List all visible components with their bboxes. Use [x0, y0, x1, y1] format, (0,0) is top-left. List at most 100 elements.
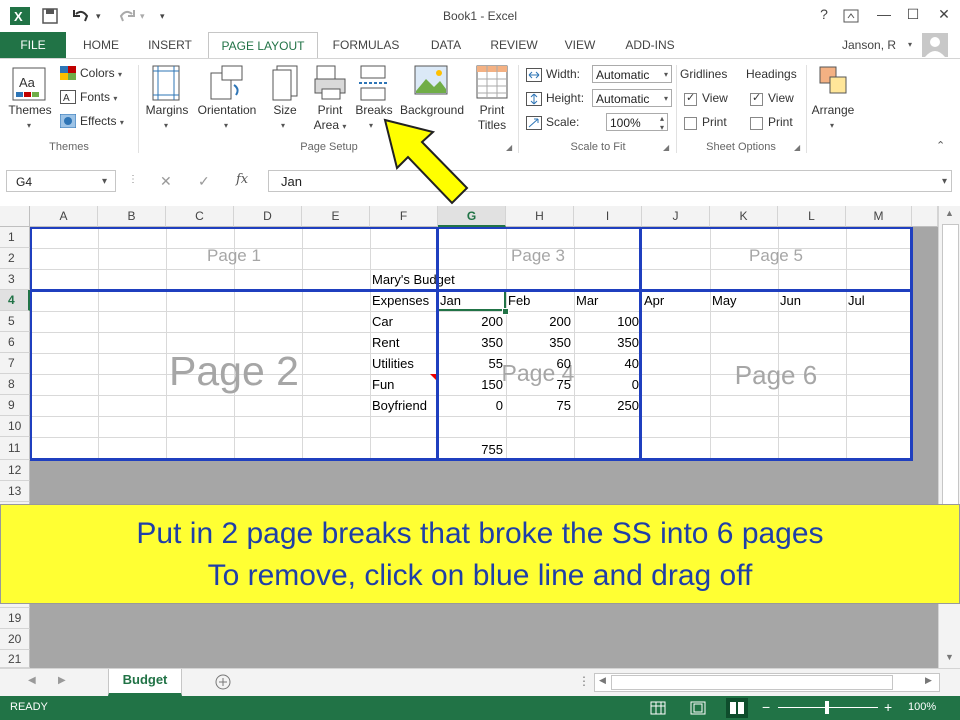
normal-view-icon[interactable]: [650, 701, 666, 715]
page-break-horizontal[interactable]: [30, 289, 912, 292]
scroll-right-icon[interactable]: ▶: [925, 675, 932, 686]
cell-g7[interactable]: 55: [438, 353, 503, 374]
margins-dropdown-icon[interactable]: ▾: [164, 121, 168, 130]
themes-icon[interactable]: Aa: [12, 67, 46, 101]
cell-i9[interactable]: 250: [574, 395, 639, 416]
fonts-button[interactable]: Fonts ▾: [80, 90, 117, 106]
row-header-4[interactable]: 4: [0, 290, 30, 311]
arrange-button[interactable]: Arrange: [806, 103, 860, 118]
page-border-bottom[interactable]: [30, 458, 913, 461]
sheet-options-launcher-icon[interactable]: ◢: [794, 143, 800, 152]
tab-review[interactable]: REVIEW: [482, 32, 546, 58]
minimize-icon[interactable]: —: [874, 6, 894, 22]
row-header-13[interactable]: 13: [0, 481, 30, 502]
cell-f3[interactable]: Mary's Budget: [372, 269, 455, 290]
help-icon[interactable]: ?: [814, 6, 834, 22]
cell-g6[interactable]: 350: [438, 332, 503, 353]
next-sheet-icon[interactable]: ▶: [58, 675, 66, 686]
arrange-dropdown-icon[interactable]: ▾: [830, 121, 834, 130]
cell-h9[interactable]: 75: [506, 395, 571, 416]
cell-h4[interactable]: Feb: [508, 290, 530, 311]
margins-icon[interactable]: [152, 65, 180, 101]
column-header-l[interactable]: L: [778, 206, 846, 227]
colors-button[interactable]: Colors ▾: [80, 66, 122, 82]
vertical-scroll-thumb[interactable]: [942, 224, 959, 526]
background-icon[interactable]: [414, 65, 448, 97]
row-header-11[interactable]: 11: [0, 437, 30, 460]
cell-h6[interactable]: 350: [506, 332, 571, 353]
effects-button[interactable]: Effects ▾: [80, 114, 124, 130]
cell-h7[interactable]: 60: [506, 353, 571, 374]
name-box[interactable]: G4 ▾: [6, 170, 116, 192]
column-header-k[interactable]: K: [710, 206, 778, 227]
user-dropdown-icon[interactable]: ▾: [908, 40, 912, 49]
row-header-5[interactable]: 5: [0, 311, 30, 332]
cell-f6[interactable]: Rent: [372, 332, 399, 353]
print-area-icon[interactable]: [314, 65, 346, 101]
row-header-20[interactable]: 20: [0, 629, 30, 650]
page-layout-view-icon[interactable]: [690, 701, 706, 715]
user-name[interactable]: Janson, R: [842, 32, 904, 58]
width-select[interactable]: Automatic ▾: [592, 65, 672, 83]
cell-f9[interactable]: Boyfriend: [372, 395, 427, 416]
size-icon[interactable]: [272, 65, 298, 101]
insert-function-icon[interactable]: fx: [236, 172, 248, 187]
zoom-out-icon[interactable]: −: [762, 699, 770, 715]
close-icon[interactable]: ✕: [934, 6, 954, 23]
cell-g8[interactable]: 150: [438, 374, 503, 395]
formula-input[interactable]: Jan ▾: [268, 170, 952, 192]
fill-handle[interactable]: [502, 308, 509, 315]
row-header-12[interactable]: 12: [0, 460, 30, 481]
scroll-down-icon[interactable]: ▼: [945, 652, 954, 662]
column-header-m[interactable]: M: [846, 206, 912, 227]
orientation-icon[interactable]: [210, 65, 244, 101]
margins-button[interactable]: Margins: [142, 103, 192, 118]
cell-f4[interactable]: Expenses: [372, 290, 429, 311]
avatar[interactable]: [922, 33, 948, 57]
horizontal-scrollbar[interactable]: ◀ ▶: [594, 673, 940, 692]
page-border-top[interactable]: [30, 227, 912, 229]
print-titles-icon[interactable]: [476, 65, 508, 101]
tab-add-ins[interactable]: ADD-INS: [614, 32, 686, 58]
cell-i6[interactable]: 350: [574, 332, 639, 353]
cell-g11[interactable]: 755: [438, 439, 503, 460]
tab-file[interactable]: FILE: [0, 32, 66, 58]
column-header-a[interactable]: A: [30, 206, 98, 227]
page-break-vertical-j[interactable]: [639, 227, 642, 460]
themes-dropdown-icon[interactable]: ▾: [27, 121, 31, 130]
cancel-icon[interactable]: ✕: [160, 173, 172, 190]
row-header-21[interactable]: 21: [0, 650, 30, 668]
zoom-level[interactable]: 100%: [908, 701, 936, 713]
size-dropdown-icon[interactable]: ▾: [281, 121, 285, 130]
page-border-left[interactable]: [30, 227, 32, 460]
tab-view[interactable]: VIEW: [554, 32, 606, 58]
page-setup-launcher-icon[interactable]: ◢: [506, 143, 512, 152]
headings-view-checkbox[interactable]: ✓: [750, 92, 763, 106]
collapse-ribbon-icon[interactable]: ⌃: [936, 139, 945, 152]
column-header-c[interactable]: C: [166, 206, 234, 227]
ribbon-display-icon[interactable]: [843, 9, 859, 23]
horizontal-scroll-thumb[interactable]: [611, 675, 893, 690]
breaks-icon[interactable]: [358, 65, 388, 101]
enter-icon[interactable]: ✓: [198, 173, 210, 190]
cell-l4[interactable]: Jun: [780, 290, 801, 311]
page-break-preview-button[interactable]: [726, 698, 748, 718]
tab-formulas[interactable]: FORMULAS: [322, 32, 410, 58]
cell-m4[interactable]: Jul: [848, 290, 865, 311]
cell-i5[interactable]: 100: [574, 311, 639, 332]
zoom-in-icon[interactable]: +: [884, 699, 892, 715]
cell-i7[interactable]: 40: [574, 353, 639, 374]
row-header-10[interactable]: 10: [0, 416, 30, 437]
cell-f8[interactable]: Fun: [372, 374, 394, 395]
scroll-left-icon[interactable]: ◀: [599, 675, 606, 686]
column-header-b[interactable]: B: [98, 206, 166, 227]
scale-launcher-icon[interactable]: ◢: [663, 143, 669, 152]
breaks-dropdown-icon[interactable]: ▾: [369, 121, 373, 130]
tab-home[interactable]: HOME: [70, 32, 132, 58]
cell-g5[interactable]: 200: [438, 311, 503, 332]
cell-h5[interactable]: 200: [506, 311, 571, 332]
tab-data[interactable]: DATA: [418, 32, 474, 58]
restore-icon[interactable]: ☐: [903, 6, 923, 23]
row-header-6[interactable]: 6: [0, 332, 30, 353]
row-header-8[interactable]: 8: [0, 374, 30, 395]
